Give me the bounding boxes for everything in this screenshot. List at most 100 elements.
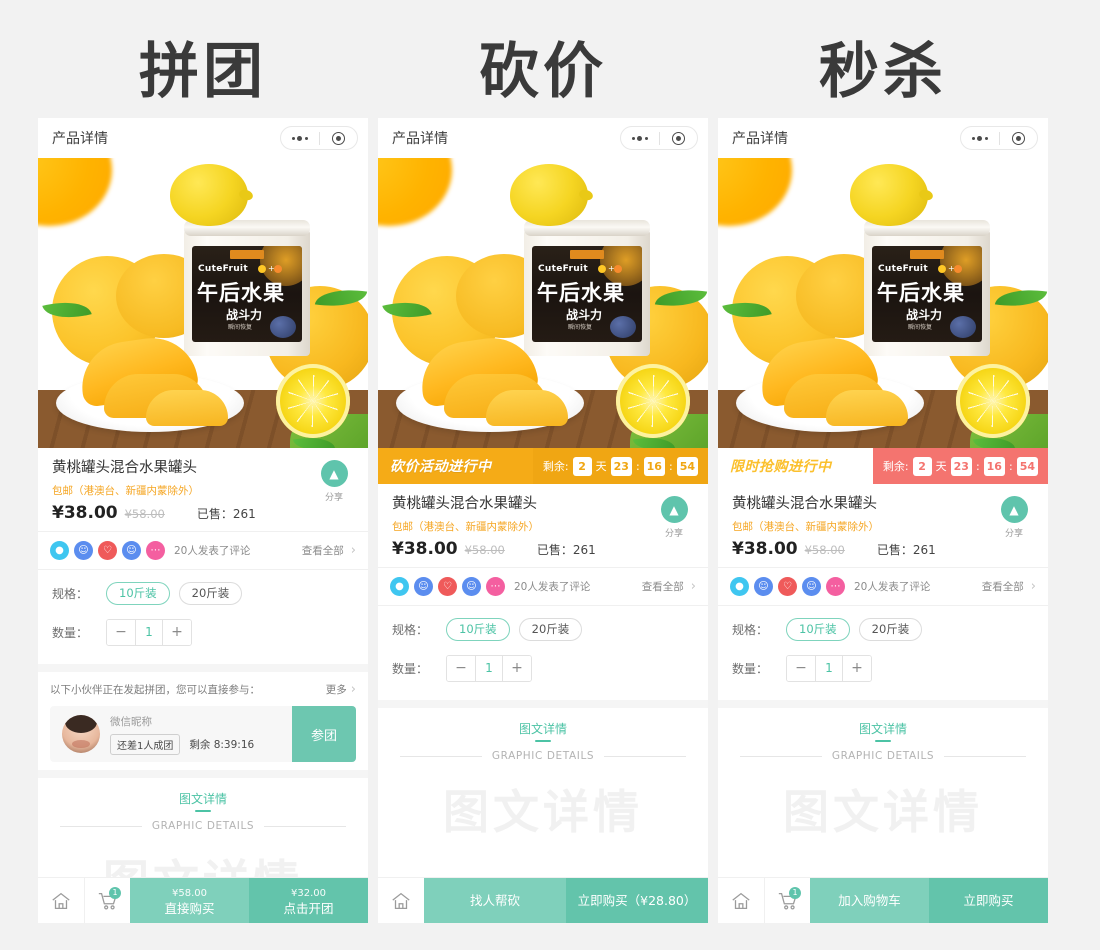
product-can: CuteFruit + 午后水果 战斗力 瞬间恢复 (184, 220, 310, 356)
spec-option-10jin[interactable]: 10斤装 (786, 618, 850, 641)
phone-panel-bargain: 产品详情 CuteFruit + 午后水果 战斗力 瞬间恢复 砍价活动进行中 剩… (378, 118, 708, 923)
spec-label: 规格： (52, 587, 89, 601)
quantity-minus-button[interactable]: − (107, 620, 135, 645)
spec-option-20jin[interactable]: 20斤装 (178, 582, 243, 605)
navbar: 产品详情 (378, 118, 708, 158)
share-button[interactable]: ▲ 分享 (312, 460, 356, 503)
graphic-details-section: 图文详情 GRAPHIC DETAILS 图文详情 (718, 708, 1048, 877)
chevron-right-icon: › (1030, 579, 1036, 594)
quantity-minus-button[interactable]: − (447, 656, 475, 681)
quantity-stepper[interactable]: − 1 + (446, 655, 532, 682)
quantity-minus-button[interactable]: − (787, 656, 815, 681)
can-sub-cn: 战斗力 (566, 308, 603, 322)
group-buy-nickname: 微信昵称 (110, 715, 152, 728)
product-hero-image[interactable]: CuteFruit + 午后水果 战斗力 瞬间恢复 (718, 158, 1048, 448)
can-brand-en: CuteFruit (878, 264, 928, 274)
buy-now-button[interactable]: 立即购买（¥28.80） (566, 878, 708, 923)
quantity-value[interactable]: 1 (815, 656, 843, 681)
buy-now-button[interactable]: ¥58.00 直接购买 (130, 878, 249, 923)
capsule-target-icon[interactable] (660, 131, 698, 145)
shipping-note: 包邮（港澳台、新疆内蒙除外） (732, 521, 879, 533)
countdown-hours: 23 (610, 456, 632, 476)
berry-graphic (950, 316, 976, 338)
quantity-plus-button[interactable]: + (503, 656, 531, 681)
capsule-target-icon[interactable] (320, 131, 358, 145)
cart-icon[interactable]: 1 (84, 878, 130, 923)
quantity-stepper[interactable]: − 1 + (106, 619, 192, 646)
quantity-row: 数量： − 1 + (392, 655, 694, 696)
spec-option-10jin[interactable]: 10斤装 (446, 618, 510, 641)
section-divider (38, 770, 368, 778)
spec-label: 规格： (732, 623, 769, 637)
comments-row[interactable]: ● ☺ ♡ ☺ ⋯ 20人发表了评论 查看全部 › (718, 568, 1048, 606)
fruit-dot-icon (954, 265, 962, 273)
avatar (62, 715, 100, 753)
buy-now-button[interactable]: 立即购买 (929, 878, 1048, 923)
quantity-stepper[interactable]: − 1 + (786, 655, 872, 682)
product-hero-image[interactable]: CuteFruit + 午后水果 战斗力 瞬间恢复 (38, 158, 368, 448)
join-group-button[interactable]: 参团 (292, 706, 356, 762)
countdown-days-unit: 天 (935, 460, 947, 473)
home-icon[interactable] (718, 878, 764, 923)
spec-option-20jin[interactable]: 20斤装 (518, 618, 583, 641)
cart-icon[interactable]: 1 (764, 878, 810, 923)
graphic-details-en: GRAPHIC DETAILS (151, 820, 255, 832)
home-icon[interactable] (378, 878, 424, 923)
peach-slice (486, 390, 568, 426)
view-all-comments[interactable]: 查看全部 › (302, 543, 356, 558)
spec-row: 规格： 10斤装 20斤装 (52, 582, 354, 605)
spec-section: 规格： 10斤装 20斤装 数量： − 1 + (378, 606, 708, 700)
quantity-label: 数量： (52, 626, 89, 640)
more-dots-icon[interactable] (621, 135, 659, 141)
ask-friends-bargain-button[interactable]: 找人帮砍 (424, 878, 566, 923)
comments-row[interactable]: ● ☺ ♡ ☺ ⋯ 20人发表了评论 查看全部 › (378, 568, 708, 606)
view-all-comments[interactable]: 查看全部 › (982, 579, 1036, 594)
add-to-cart-button[interactable]: 加入购物车 (810, 878, 929, 923)
view-all-comments[interactable]: 查看全部 › (642, 579, 696, 594)
flash-sale-campaign-bar: 限时抢购进行中 剩余: 2 天 23 : 16 : 54 (718, 448, 1048, 484)
peach-slice (826, 390, 908, 426)
group-buy-more-button[interactable]: 更多 › (326, 682, 356, 697)
commenter-avatars: ● ☺ ♡ ☺ ⋯ (390, 577, 510, 596)
share-button[interactable]: ▲ 分享 (992, 496, 1036, 539)
share-button[interactable]: ▲ 分享 (652, 496, 696, 539)
fruit-dot-icon (938, 265, 946, 273)
price-row: ¥38.00 ¥58.00 已售：261 (732, 539, 1034, 559)
wechat-capsule[interactable] (960, 126, 1038, 150)
graphic-details-section: 图文详情 GRAPHIC DETAILS 图文详情 (378, 708, 708, 877)
can-label: CuteFruit + 午后水果 战斗力 瞬间恢复 (872, 246, 982, 342)
quantity-plus-button[interactable]: + (843, 656, 871, 681)
lemon-half (276, 364, 350, 438)
product-info: 黄桃罐头混合水果罐头 包邮（港澳台、新疆内蒙除外） ¥38.00 ¥58.00 … (718, 484, 1048, 568)
comments-row[interactable]: ● ☺ ♡ ☺ ⋯ 20人发表了评论 查看全部 › (38, 532, 368, 570)
spec-option-20jin[interactable]: 20斤装 (858, 618, 923, 641)
quantity-value[interactable]: 1 (135, 620, 163, 645)
buy-now-price: ¥58.00 (172, 887, 207, 899)
more-dots-icon[interactable] (281, 135, 319, 141)
graphic-details-title: 图文详情 (518, 722, 567, 736)
home-icon[interactable] (38, 878, 84, 923)
smile-avatar: ☺ (462, 577, 481, 596)
countdown-seconds: 54 (676, 456, 698, 476)
wechat-capsule[interactable] (280, 126, 358, 150)
bottom-action-bar: 1 加入购物车 立即购买 (718, 877, 1048, 923)
quantity-plus-button[interactable]: + (163, 620, 191, 645)
product-title: 黄桃罐头混合水果罐头 (732, 496, 877, 512)
group-buy-tip: 以下小伙伴正在发起拼团，您可以直接参与： (50, 684, 260, 696)
can-brand-en: CuteFruit (538, 264, 588, 274)
start-group-button[interactable]: ¥32.00 点击开团 (249, 878, 368, 923)
quantity-value[interactable]: 1 (475, 656, 503, 681)
rule-right (264, 825, 347, 827)
product-hero-image[interactable]: CuteFruit + 午后水果 战斗力 瞬间恢复 (378, 158, 708, 448)
spec-option-10jin[interactable]: 10斤装 (106, 582, 170, 605)
wechat-capsule[interactable] (620, 126, 698, 150)
capsule-target-icon[interactable] (1000, 131, 1038, 145)
countdown-sep: : (975, 459, 980, 473)
product-can: CuteFruit + 午后水果 战斗力 瞬间恢复 (524, 220, 650, 356)
section-divider (378, 700, 708, 708)
more-dots-icon[interactable] (961, 135, 999, 141)
comment-count: 20人发表了评论 (174, 545, 251, 557)
chevron-right-icon: › (690, 579, 696, 594)
cart-badge: 1 (109, 887, 121, 899)
countdown-sep: : (1008, 459, 1013, 473)
